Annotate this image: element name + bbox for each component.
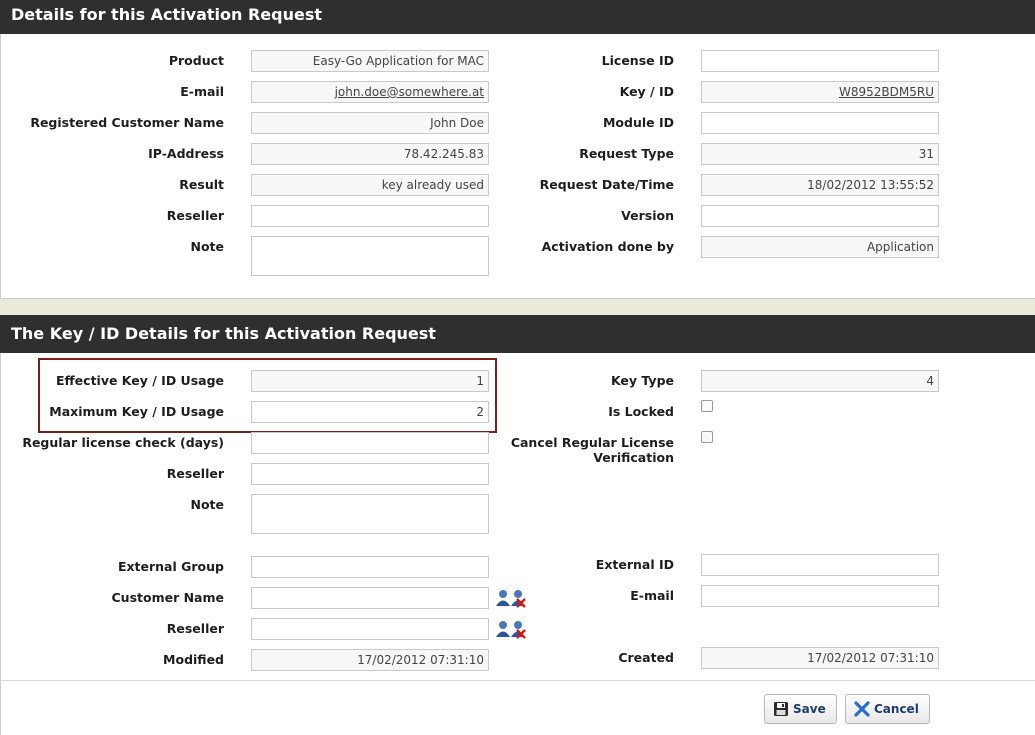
key-email-field[interactable] [701, 585, 939, 607]
key-reseller-field[interactable] [251, 463, 489, 485]
label-maximum-key-usage: Maximum Key / ID Usage [49, 404, 224, 419]
label-customer-reseller: Reseller [166, 621, 224, 636]
key-note-textarea[interactable] [251, 494, 489, 534]
x-cancel-icon [854, 701, 870, 717]
maximum-key-usage-field[interactable]: 2 [251, 401, 489, 423]
save-button[interactable]: Save [764, 694, 837, 724]
key-id-link[interactable]: W8952BDM5RU [839, 85, 934, 99]
external-group-field[interactable] [251, 556, 489, 578]
label-reseller: Reseller [166, 208, 224, 223]
floppy-disk-icon [773, 701, 789, 717]
ip-address-field[interactable]: 78.42.245.83 [251, 143, 489, 165]
label-key-type: Key Type [610, 373, 674, 388]
registered-customer-name-field[interactable]: John Doe [251, 112, 489, 134]
modified-field[interactable]: 17/02/2012 07:31:10 [251, 649, 489, 671]
cancel-button-label: Cancel [874, 702, 919, 716]
reseller-icons [495, 619, 527, 639]
created-field[interactable]: 17/02/2012 07:31:10 [701, 647, 939, 669]
product-field[interactable]: Easy-Go Application for MAC [251, 50, 489, 72]
key-type-field[interactable]: 4 [701, 370, 939, 392]
note-textarea[interactable] [251, 236, 489, 276]
user-select-icon[interactable] [496, 621, 510, 637]
result-field[interactable]: key already used [251, 174, 489, 196]
version-field[interactable] [701, 205, 939, 227]
label-license-id: License ID [601, 53, 674, 68]
customer-name-icons [495, 588, 527, 608]
email-field[interactable]: john.doe@somewhere.at [251, 81, 489, 103]
save-button-label: Save [793, 702, 826, 716]
cancel-button[interactable]: Cancel [845, 694, 930, 724]
label-key-reseller: Reseller [166, 466, 224, 481]
label-module-id: Module ID [602, 115, 674, 130]
label-is-locked: Is Locked [608, 404, 674, 419]
label-customer-name: Customer Name [111, 590, 225, 605]
label-request-date-time: Request Date/Time [539, 177, 674, 192]
external-id-field[interactable] [701, 554, 939, 576]
request-date-time-field[interactable]: 18/02/2012 13:55:52 [701, 174, 939, 196]
section-header-activation-request: Details for this Activation Request [0, 0, 1035, 34]
label-activation-done-by: Activation done by [541, 239, 674, 254]
label-created: Created [618, 650, 674, 665]
effective-key-usage-field[interactable]: 1 [251, 370, 489, 392]
is-locked-checkbox[interactable] [701, 400, 713, 412]
label-external-id: External ID [595, 557, 674, 572]
module-id-field[interactable] [701, 112, 939, 134]
user-remove-icon[interactable] [511, 621, 526, 639]
label-product: Product [168, 53, 224, 68]
user-select-icon[interactable] [496, 590, 510, 606]
request-type-field[interactable]: 31 [701, 143, 939, 165]
user-remove-icon[interactable] [511, 590, 526, 608]
customer-reseller-field[interactable] [251, 618, 489, 640]
label-note: Note [190, 239, 224, 254]
label-key-id: Key / ID [619, 84, 674, 99]
regular-license-check-field[interactable] [251, 432, 489, 454]
section-header-key-details: The Key / ID Details for this Activation… [0, 315, 1035, 353]
footer-divider [0, 680, 1035, 681]
customer-name-field[interactable] [251, 587, 489, 609]
label-ip-address: IP-Address [148, 146, 224, 161]
label-version: Version [621, 208, 674, 223]
cancel-regular-license-verification-checkbox[interactable] [701, 431, 713, 443]
label-request-type: Request Type [579, 146, 674, 161]
label-registered-customer-name: Registered Customer Name [30, 115, 224, 130]
reseller-field[interactable] [251, 205, 489, 227]
license-id-field[interactable] [701, 50, 939, 72]
label-key-email: E-mail [630, 588, 674, 603]
key-id-field[interactable]: W8952BDM5RU [701, 81, 939, 103]
label-modified: Modified [163, 652, 224, 667]
label-email: E-mail [180, 84, 224, 99]
activation-done-by-field[interactable]: Application [701, 236, 939, 258]
email-link[interactable]: john.doe@somewhere.at [335, 85, 484, 99]
label-external-group: External Group [117, 559, 224, 574]
label-result: Result [179, 177, 224, 192]
label-key-note: Note [190, 497, 224, 512]
label-regular-license-check: Regular license check (days) [22, 435, 224, 450]
section-separator [0, 298, 1035, 315]
label-effective-key-usage: Effective Key / ID Usage [56, 373, 224, 388]
label-cancel-regular-license-verification: Cancel Regular License Verification [510, 435, 674, 465]
